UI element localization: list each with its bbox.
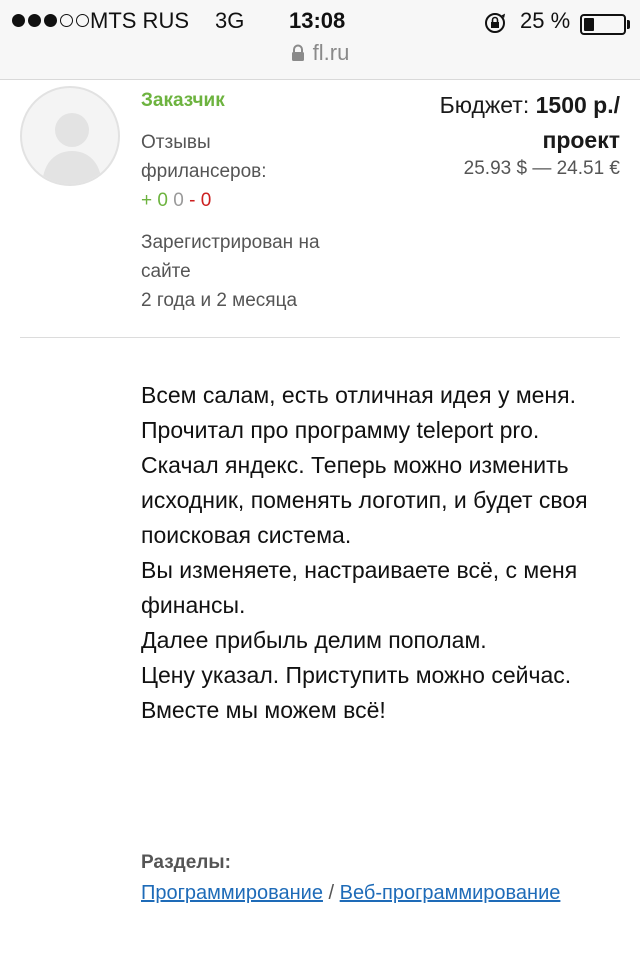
description-paragraph: Вместе мы можем всё!: [141, 697, 386, 723]
project-description: Всем салам, есть отличная идея у меня. П…: [141, 378, 611, 728]
clock: 13:08: [289, 8, 346, 33]
reviews-negative[interactable]: - 0: [189, 190, 211, 211]
rotation-lock-icon: [485, 13, 506, 33]
registered-label: Зарегистрирован на сайте: [141, 232, 320, 282]
url-text: fl.ru: [312, 40, 350, 65]
lock-icon: [291, 44, 304, 61]
ios-status-row: MTS RUS 3G 13:08 25 %: [0, 6, 640, 36]
sections-title: Разделы:: [141, 852, 231, 873]
description-paragraph: Цену указал. Приступить можно сейчас.: [141, 662, 572, 688]
section-link-web-programming[interactable]: Веб-программирование: [340, 882, 561, 904]
browser-status-bar: MTS RUS 3G 13:08 25 % fl.ru: [0, 0, 640, 80]
battery-percent: 25 %: [520, 8, 571, 33]
truncated-heading: [141, 946, 261, 960]
carrier-name: MTS RUS: [90, 8, 189, 33]
budget-label: Бюджет:: [439, 92, 530, 118]
description-paragraph: Всем салам, есть отличная идея у меня.: [141, 382, 576, 408]
customer-avatar[interactable]: [20, 86, 120, 186]
signal-strength-icon: [12, 14, 89, 27]
budget-per: проект: [542, 127, 620, 153]
budget-block: Бюджет: 1500 р./ проект: [370, 88, 620, 158]
description-paragraph: Вы изменяете, настраиваете всё, с меня ф…: [141, 557, 578, 618]
reviews-label: Отзывы фрилансеров:: [141, 132, 267, 182]
budget-amount: 1500 р./: [535, 92, 620, 118]
budget-conversions: 25.93 $ — 24.51 €: [463, 158, 620, 179]
reviews-counts: + 0 0 - 0: [141, 186, 211, 215]
description-paragraph: Скачал яндекс. Теперь можно изменить исх…: [141, 452, 588, 548]
section-link-programming[interactable]: Программирование: [141, 882, 323, 904]
sections-links: Программирование / Веб-программирование: [141, 882, 560, 905]
customer-role-label[interactable]: Заказчик: [141, 90, 225, 112]
user-silhouette-icon: [42, 113, 102, 184]
section-separator: /: [328, 882, 335, 904]
address-bar[interactable]: fl.ru: [0, 40, 640, 66]
registration-info: Зарегистрирован на сайте 2 года и 2 меся…: [141, 228, 371, 315]
description-paragraph: Прочитал про программу teleport pro.: [141, 417, 540, 443]
registered-duration: 2 года и 2 месяца: [141, 290, 298, 311]
section-divider: [20, 337, 620, 338]
description-paragraph: Далее прибыль делим пополам.: [141, 627, 487, 653]
reviews-neutral[interactable]: 0: [173, 190, 184, 211]
network-type: 3G: [215, 8, 245, 33]
battery-icon: [580, 14, 626, 35]
reviews-positive[interactable]: + 0: [141, 190, 168, 211]
